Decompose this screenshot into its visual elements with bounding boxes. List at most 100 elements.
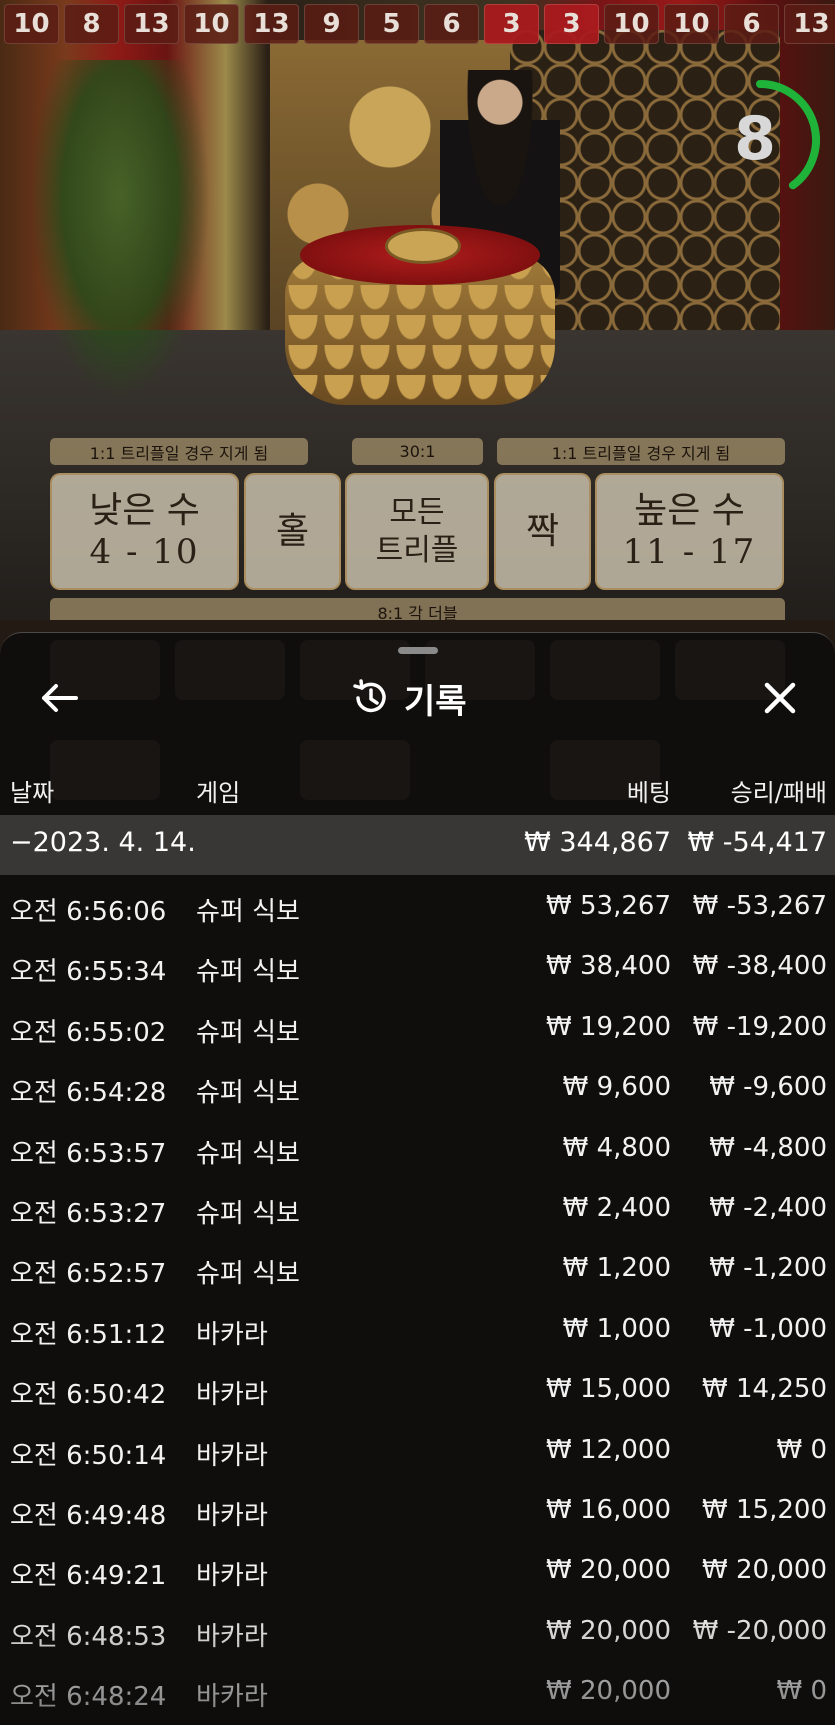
- column-date: 날짜: [10, 779, 55, 807]
- drag-handle[interactable]: [398, 647, 438, 654]
- history-number: 8: [64, 4, 119, 44]
- row-winloss: ₩ 0: [776, 1434, 827, 1465]
- history-row[interactable]: 오전 6:53:57 슈퍼 식보 ₩ 4,800 ₩ -4,800: [0, 1121, 835, 1181]
- history-row[interactable]: 오전 6:55:34 슈퍼 식보 ₩ 38,400 ₩ -38,400: [0, 939, 835, 999]
- history-row[interactable]: 오전 6:51:12 바카라 ₩ 1,000 ₩ -1,000: [0, 1302, 835, 1362]
- history-number: 10: [184, 4, 239, 44]
- row-bet: ₩ 1,200: [562, 1253, 671, 1284]
- history-row[interactable]: 오전 6:52:57 슈퍼 식보 ₩ 1,200 ₩ -1,200: [0, 1241, 835, 1301]
- row-game: 바카라: [196, 1621, 268, 1652]
- row-winloss: ₩ -9,600: [709, 1072, 827, 1103]
- history-number: 5: [364, 4, 419, 44]
- row-bet: ₩ 2,400: [562, 1192, 671, 1223]
- row-time: 오전 6:52:57: [10, 1259, 167, 1290]
- row-winloss: ₩ 0: [776, 1676, 827, 1707]
- column-headers: 날짜 게임 베팅 승리/패배: [0, 763, 835, 811]
- history-row[interactable]: 오전 6:49:21 바카라 ₩ 20,000 ₩ 20,000: [0, 1543, 835, 1603]
- row-game: 슈퍼 식보: [196, 1017, 300, 1048]
- history-row[interactable]: 오전 6:48:53 바카라 ₩ 20,000 ₩ -20,000: [0, 1604, 835, 1664]
- close-button[interactable]: [755, 673, 805, 723]
- row-game: 슈퍼 식보: [196, 957, 300, 988]
- row-winloss: ₩ 15,200: [702, 1494, 827, 1525]
- row-game: 바카라: [196, 1682, 268, 1713]
- date-group-bet-total: ₩ 344,867: [524, 827, 671, 858]
- row-bet: ₩ 4,800: [562, 1132, 671, 1163]
- back-arrow-icon: [42, 684, 78, 712]
- history-row[interactable]: 오전 6:49:48 바카라 ₩ 16,000 ₩ 15,200: [0, 1483, 835, 1543]
- timer-value: 8: [734, 104, 776, 174]
- row-winloss: ₩ -4,800: [709, 1132, 827, 1163]
- history-title: 기록: [404, 681, 467, 722]
- bet-high-range: 11 - 17: [622, 531, 757, 572]
- row-bet: ₩ 20,000: [546, 1676, 671, 1707]
- row-game: 바카라: [196, 1380, 268, 1411]
- bet-spot-even[interactable]: 짝: [494, 473, 591, 590]
- history-number: 6: [424, 4, 479, 44]
- row-time: 오전 6:48:24: [10, 1682, 167, 1713]
- close-icon: [764, 682, 796, 714]
- column-game: 게임: [196, 779, 241, 807]
- bet-odd-label: 홀: [275, 510, 310, 552]
- row-time: 오전 6:50:14: [10, 1440, 167, 1471]
- row-bet: ₩ 38,400: [546, 951, 671, 982]
- row-game: 바카라: [196, 1500, 268, 1531]
- row-game: 바카라: [196, 1561, 268, 1592]
- bet-spot-high[interactable]: 높은 수 11 - 17: [595, 473, 784, 590]
- bet-spot-any-triple[interactable]: 모든 트리플: [345, 473, 489, 590]
- history-header: 기록: [0, 663, 835, 733]
- history-number: 6: [724, 4, 779, 44]
- row-time: 오전 6:53:57: [10, 1138, 167, 1169]
- row-bet: ₩ 1,000: [562, 1313, 671, 1344]
- countdown-timer: 8: [720, 70, 820, 210]
- history-row[interactable]: 오전 6:48:24 바카라 ₩ 20,000 ₩ 0: [0, 1664, 835, 1724]
- row-game: 슈퍼 식보: [196, 897, 300, 927]
- bet-low-range: 4 - 10: [89, 531, 200, 572]
- history-panel: 기록 날짜 게임 베팅 승리/패배 −2023. 4. 14. ₩ 344,86…: [0, 632, 835, 1725]
- row-winloss: ₩ -2,400: [709, 1192, 827, 1223]
- row-winloss: ₩ -1,000: [709, 1313, 827, 1344]
- row-bet: ₩ 19,200: [546, 1011, 671, 1042]
- history-row[interactable]: 오전 6:50:14 바카라 ₩ 12,000 ₩ 0: [0, 1423, 835, 1483]
- bet-spot-odd[interactable]: 홀: [244, 473, 341, 590]
- row-winloss: ₩ 20,000: [702, 1555, 827, 1586]
- history-number: 3: [544, 4, 599, 44]
- history-number: 9: [304, 4, 359, 44]
- bet-spot-low[interactable]: 낮은 수 4 - 10: [50, 473, 239, 590]
- row-time: 오전 6:53:27: [10, 1198, 167, 1229]
- history-row[interactable]: 오전 6:55:02 슈퍼 식보 ₩ 19,200 ₩ -19,200: [0, 1000, 835, 1060]
- row-time: 오전 6:49:48: [10, 1500, 167, 1531]
- bet-even-label: 짝: [525, 510, 560, 552]
- bet-high-label: 높은 수: [634, 490, 745, 532]
- back-button[interactable]: [34, 675, 84, 721]
- history-number: 10: [664, 4, 719, 44]
- bet-triple-line1: 모든: [389, 495, 445, 530]
- dice-shaker: [385, 228, 461, 264]
- history-number: 3: [484, 4, 539, 44]
- history-row[interactable]: 오전 6:54:28 슈퍼 식보 ₩ 9,600 ₩ -9,600: [0, 1060, 835, 1120]
- history-row[interactable]: 오전 6:53:27 슈퍼 식보 ₩ 2,400 ₩ -2,400: [0, 1181, 835, 1241]
- history-number: 13: [124, 4, 179, 44]
- history-row[interactable]: 오전 6:56:06 슈퍼 식보 ₩ 53,267 ₩ -53,267: [0, 879, 835, 939]
- row-bet: ₩ 12,000: [546, 1434, 671, 1465]
- date-group-winloss-total: ₩ -54,417: [687, 827, 828, 858]
- odds-label-high: 1:1 트리플일 경우 지게 됨: [497, 438, 785, 465]
- column-winloss: 승리/패배: [730, 779, 827, 807]
- history-row[interactable]: 오전 6:50:42 바카라 ₩ 15,000 ₩ 14,250: [0, 1362, 835, 1422]
- row-bet: ₩ 20,000: [546, 1615, 671, 1646]
- history-number: 13: [244, 4, 299, 44]
- history-list: 오전 6:56:06 슈퍼 식보 ₩ 53,267 ₩ -53,267 오전 6:55:…: [0, 879, 835, 1724]
- history-number: 13: [784, 4, 835, 44]
- result-history-strip: 10 8 13 10 13 9 5 6 3 3 10 10 6 13: [0, 0, 835, 46]
- date-group-row[interactable]: −2023. 4. 14. ₩ 344,867 ₩ -54,417: [0, 815, 835, 875]
- history-icon: [353, 679, 386, 713]
- row-time: 오전 6:56:06: [10, 897, 167, 927]
- row-winloss: ₩ -20,000: [692, 1615, 827, 1646]
- row-game: 슈퍼 식보: [196, 1259, 300, 1290]
- column-bet: 베팅: [626, 779, 671, 807]
- row-time: 오전 6:51:12: [10, 1319, 167, 1350]
- row-time: 오전 6:54:28: [10, 1078, 167, 1109]
- odds-label-triple: 30:1: [352, 438, 483, 465]
- row-bet: ₩ 15,000: [546, 1374, 671, 1405]
- row-game: 슈퍼 식보: [196, 1198, 300, 1229]
- row-bet: ₩ 20,000: [546, 1555, 671, 1586]
